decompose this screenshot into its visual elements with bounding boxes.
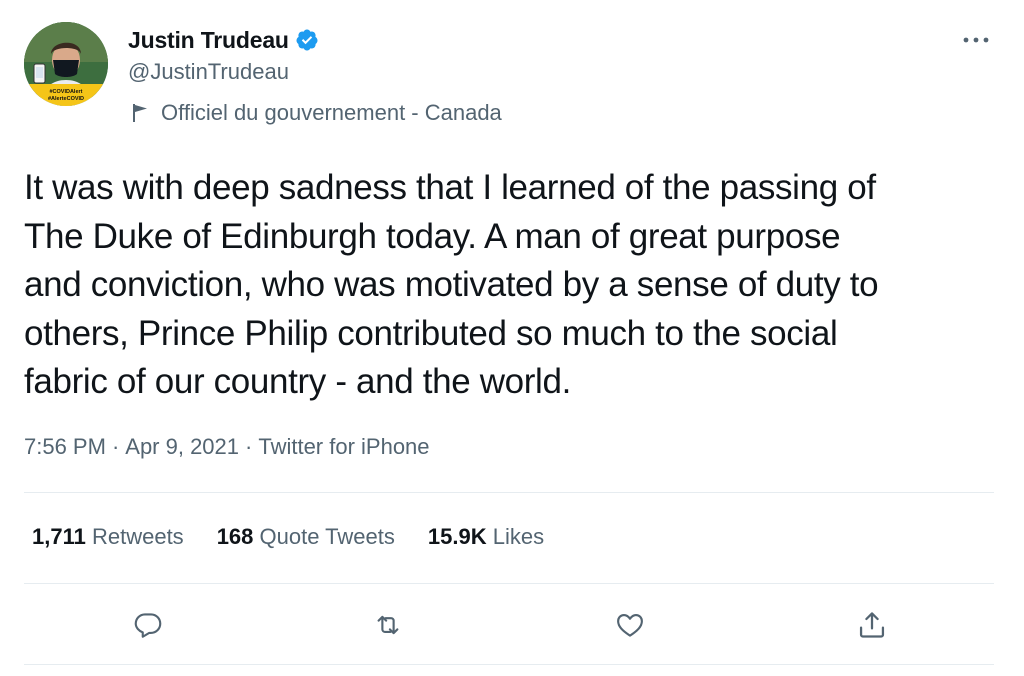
retweets-label: Retweets xyxy=(91,524,184,549)
tweet-metadata: 7:56 PM · Apr 9, 2021 · Twitter for iPho… xyxy=(24,434,430,460)
likes-stat[interactable]: 15.9K Likes xyxy=(428,524,544,550)
avatar-badge-line-1: #COVIDAlert xyxy=(49,89,82,95)
retweet-button[interactable] xyxy=(369,606,407,644)
engagement-stats: 1,711 Retweets 168 Quote Tweets 15.9K Li… xyxy=(32,524,577,550)
reply-icon xyxy=(134,613,162,638)
more-horizontal-icon xyxy=(963,37,989,43)
avatar[interactable]: #COVIDAlert #AlerteCOVID xyxy=(24,22,108,106)
retweets-stat[interactable]: 1,711 Retweets xyxy=(32,524,184,550)
tweet-source[interactable]: Twitter for iPhone xyxy=(258,434,429,460)
share-button[interactable] xyxy=(853,606,891,644)
tweet-actions-bar xyxy=(0,600,1024,650)
government-label[interactable]: Officiel du gouvernement - Canada xyxy=(131,100,502,126)
likes-count: 15.9K xyxy=(427,524,487,549)
divider xyxy=(24,492,994,493)
government-label-text: Officiel du gouvernement - Canada xyxy=(161,100,502,125)
author-display-name[interactable]: Justin Trudeau xyxy=(128,27,289,54)
like-button[interactable] xyxy=(611,606,649,644)
tweet-text: It was with deep sadness that I learned … xyxy=(24,168,879,401)
flag-icon xyxy=(133,104,147,122)
likes-label: Likes xyxy=(492,524,545,549)
tweet-detail: #COVIDAlert #AlerteCOVID Justin Trudeau … xyxy=(0,0,1024,676)
metadata-separator: · xyxy=(111,434,120,459)
quote-tweets-count: 168 xyxy=(216,524,254,549)
retweets-count: 1,711 xyxy=(32,524,86,549)
divider xyxy=(24,664,994,665)
author-name-row[interactable]: Justin Trudeau xyxy=(128,24,319,56)
reply-button[interactable] xyxy=(129,606,167,644)
quote-tweets-label: Quote Tweets xyxy=(259,524,395,549)
divider xyxy=(24,583,994,584)
avatar-photo: #COVIDAlert #AlerteCOVID xyxy=(24,22,108,106)
metadata-separator: · xyxy=(245,434,253,459)
tweet-date[interactable]: Apr 9, 2021 xyxy=(125,434,239,460)
verified-badge-icon xyxy=(296,29,318,51)
avatar-badge-line-2: #AlerteCOVID xyxy=(48,96,84,102)
heart-icon xyxy=(617,613,643,637)
tweet-time[interactable]: 7:56 PM xyxy=(24,434,106,460)
quote-tweets-stat[interactable]: 168 Quote Tweets xyxy=(217,524,395,550)
share-icon xyxy=(859,612,885,638)
author-handle[interactable]: @JustinTrudeau xyxy=(128,59,289,85)
retweet-icon xyxy=(377,615,399,635)
more-options-button[interactable] xyxy=(958,26,994,54)
